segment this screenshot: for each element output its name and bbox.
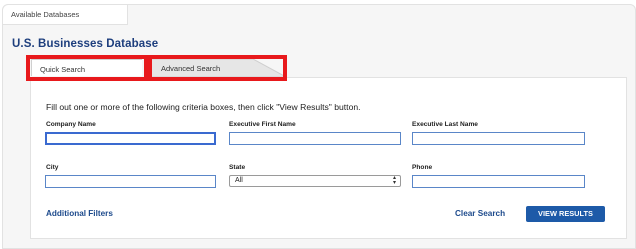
additional-filters-link[interactable]: Additional Filters [46, 209, 113, 218]
state-select[interactable]: All ▴ ▾ [229, 175, 401, 187]
executive-last-name-label: Executive Last Name [412, 121, 478, 128]
executive-first-name-input[interactable] [229, 132, 401, 145]
tab-available-databases[interactable]: Available Databases [3, 5, 128, 25]
instructions-text: Fill out one or more of the following cr… [46, 102, 361, 112]
company-name-label: Company Name [46, 121, 96, 128]
executive-first-name-label: Executive First Name [229, 121, 296, 128]
city-label: City [46, 164, 59, 171]
state-selected-value: All [235, 177, 243, 184]
database-search-page: Available Databases U.S. Businesses Data… [0, 0, 636, 249]
city-input[interactable] [45, 175, 216, 188]
tab-advanced-search[interactable]: Advanced Search [148, 59, 286, 76]
tab-quick-search[interactable]: Quick Search [31, 59, 142, 76]
clear-search-link[interactable]: Clear Search [455, 209, 505, 218]
state-label: State [229, 164, 246, 171]
executive-last-name-input[interactable] [412, 132, 585, 145]
company-name-input[interactable] [45, 132, 216, 145]
page-title: U.S. Businesses Database [12, 38, 159, 50]
view-results-button[interactable]: VIEW RESULTS [526, 206, 605, 222]
phone-label: Phone [412, 164, 433, 171]
select-arrows-icon: ▴ ▾ [392, 175, 396, 186]
phone-input[interactable] [412, 175, 585, 188]
